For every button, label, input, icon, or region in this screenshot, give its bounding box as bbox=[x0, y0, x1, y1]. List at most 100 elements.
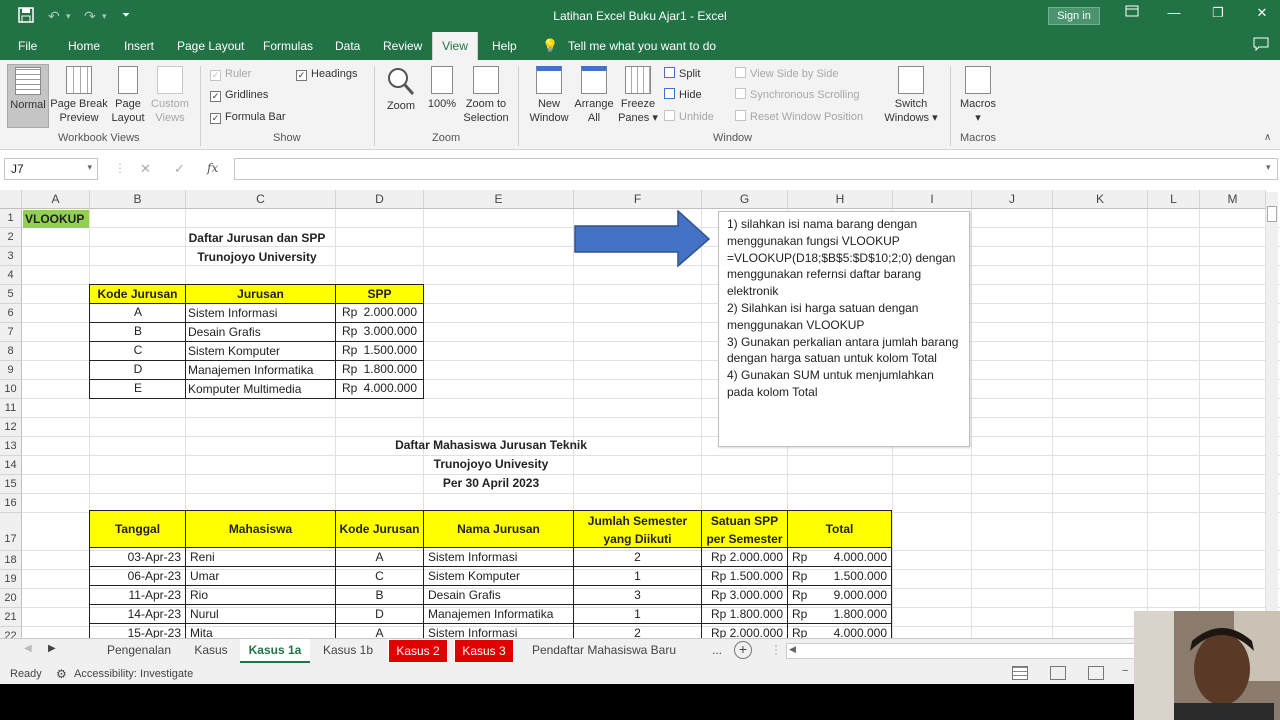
column-header[interactable]: G bbox=[702, 190, 788, 209]
more-sheets-button[interactable]: ... bbox=[704, 639, 730, 663]
add-sheet-icon[interactable]: + bbox=[734, 641, 752, 659]
table2-header-nama-jurusan[interactable]: Nama Jurusan bbox=[423, 510, 574, 548]
table2-cell-nama-jurusan[interactable]: Sistem Informasi bbox=[423, 624, 574, 638]
sheet-tab-kasus[interactable]: Kasus bbox=[184, 639, 238, 663]
row-header[interactable]: 22 bbox=[0, 627, 22, 638]
table1-cell-jurusan[interactable]: Manajemen Informatika bbox=[185, 360, 336, 380]
table2-cell-satuan-spp[interactable]: Rp 2.000.000 bbox=[701, 624, 788, 638]
arrange-all-button[interactable]: Arrange All bbox=[572, 66, 616, 125]
table2-cell-total[interactable]: 1.500.000 bbox=[806, 567, 892, 586]
row-header[interactable]: 21 bbox=[0, 608, 22, 627]
sign-in-button[interactable]: Sign in bbox=[1048, 7, 1100, 25]
table2-cell-tanggal[interactable]: 06-Apr-23 bbox=[89, 567, 186, 586]
enter-icon[interactable]: ✓ bbox=[174, 161, 185, 177]
tell-me-search[interactable]: Tell me what you want to do bbox=[564, 32, 720, 60]
unhide-button[interactable]: Unhide bbox=[664, 110, 714, 124]
table2-cell-kode[interactable]: A bbox=[335, 548, 424, 567]
table1-cell-kode[interactable]: B bbox=[89, 322, 186, 342]
instructions-textbox[interactable]: 1) silahkan isi nama barang dengan mengg… bbox=[718, 211, 970, 447]
column-header[interactable]: K bbox=[1053, 190, 1148, 209]
column-header[interactable]: F bbox=[574, 190, 702, 209]
menu-home[interactable]: Home bbox=[64, 32, 104, 60]
column-header[interactable]: E bbox=[424, 190, 574, 209]
sheet-tab-kasus-2[interactable]: Kasus 2 bbox=[388, 639, 448, 663]
macros-button[interactable]: Macros ▾ bbox=[956, 66, 1000, 125]
zoom-100-button[interactable]: 100% bbox=[424, 66, 460, 111]
restore-icon[interactable]: ❐ bbox=[1204, 5, 1232, 21]
accessibility-icon[interactable]: ⚙ bbox=[56, 667, 67, 681]
row-header[interactable]: 3 bbox=[0, 247, 22, 266]
table2-cell-satuan-spp[interactable]: Rp 3.000.000 bbox=[701, 586, 788, 605]
new-window-button[interactable]: New Window bbox=[526, 66, 572, 125]
table2-cell-tanggal[interactable]: 15-Apr-23 bbox=[89, 624, 186, 638]
collapse-ribbon-icon[interactable]: ∧ bbox=[1264, 132, 1271, 143]
table2-cell-nama-jurusan[interactable]: Sistem Informasi bbox=[423, 548, 574, 567]
column-header[interactable]: J bbox=[972, 190, 1053, 209]
hide-button[interactable]: Hide bbox=[664, 88, 702, 102]
page-layout-status-icon[interactable] bbox=[1050, 666, 1066, 680]
table2-cell-satuan-spp[interactable]: Rp 1.500.000 bbox=[701, 567, 788, 586]
table1-cell-spp[interactable]: 3.000.000 bbox=[360, 322, 424, 342]
table2-cell-kode[interactable]: C bbox=[335, 567, 424, 586]
column-header[interactable]: L bbox=[1148, 190, 1200, 209]
zoom-button[interactable]: Zoom bbox=[382, 66, 420, 113]
table1-cell-jurusan[interactable]: Sistem Informasi bbox=[185, 303, 336, 323]
row-header[interactable]: 13 bbox=[0, 437, 22, 456]
sheet-tab-kasus-3[interactable]: Kasus 3 bbox=[454, 639, 514, 663]
table1-cell-kode[interactable]: A bbox=[89, 303, 186, 323]
table2-cell-satuan-spp[interactable]: Rp 2.000.000 bbox=[701, 548, 788, 567]
table1-cell-kode[interactable]: C bbox=[89, 341, 186, 361]
table2-header-jumlah[interactable]: Jumlah Semester yang Diikuti bbox=[573, 510, 702, 548]
menu-help[interactable]: Help bbox=[488, 32, 521, 60]
table1-cell-jurusan[interactable]: Komputer Multimedia bbox=[185, 379, 336, 399]
table1-cell-spp[interactable]: 1.500.000 bbox=[360, 341, 424, 361]
table2-cell-jumlah-semester[interactable]: 3 bbox=[573, 586, 702, 605]
menu-view[interactable]: View bbox=[432, 32, 478, 60]
split-button[interactable]: Split bbox=[664, 67, 700, 81]
table2-cell-tanggal[interactable]: 03-Apr-23 bbox=[89, 548, 186, 567]
column-header[interactable]: M bbox=[1200, 190, 1266, 209]
table2-cell-tanggal[interactable]: 11-Apr-23 bbox=[89, 586, 186, 605]
table2-header-mahasiswa[interactable]: Mahasiswa bbox=[185, 510, 336, 548]
gridlines-checkbox[interactable]: ✓ Gridlines bbox=[210, 88, 268, 102]
table2-header-kode[interactable]: Kode Jurusan bbox=[335, 510, 424, 548]
table1-header-jurusan[interactable]: Jurusan bbox=[185, 284, 336, 304]
row-header[interactable]: 16 bbox=[0, 494, 22, 513]
table2-cell-jumlah-semester[interactable]: 2 bbox=[573, 548, 702, 567]
ruler-checkbox[interactable]: ✓ Ruler bbox=[210, 67, 251, 81]
row-header[interactable]: 11 bbox=[0, 399, 22, 418]
ribbon-display-icon[interactable] bbox=[1118, 5, 1146, 20]
row-header[interactable]: 20 bbox=[0, 589, 22, 608]
table2-cell-total[interactable]: 9.000.000 bbox=[806, 586, 892, 605]
menu-data[interactable]: Data bbox=[331, 32, 364, 60]
table2-cell-satuan-spp[interactable]: Rp 1.800.000 bbox=[701, 605, 788, 624]
table1-header-spp[interactable]: SPP bbox=[335, 284, 424, 304]
arrow-shape[interactable] bbox=[574, 210, 712, 268]
table2-cell-total-currency[interactable]: Rp bbox=[787, 624, 807, 638]
row-header[interactable]: 19 bbox=[0, 570, 22, 589]
page-layout-view-button[interactable]: Page Layout bbox=[110, 66, 146, 125]
table2-header-tanggal[interactable]: Tanggal bbox=[89, 510, 186, 548]
table2-cell-total-currency[interactable]: Rp bbox=[787, 567, 807, 586]
row-header[interactable]: 10 bbox=[0, 380, 22, 399]
cancel-icon[interactable]: ✕ bbox=[140, 161, 151, 177]
row-header[interactable]: 5 bbox=[0, 285, 22, 304]
scroll-left-icon[interactable]: ◀ bbox=[789, 644, 796, 655]
view-side-by-side-button[interactable]: View Side by Side bbox=[735, 67, 838, 81]
table2-cell-total-currency[interactable]: Rp bbox=[787, 586, 807, 605]
menu-formulas[interactable]: Formulas bbox=[259, 32, 317, 60]
row-header[interactable]: 7 bbox=[0, 323, 22, 342]
menu-review[interactable]: Review bbox=[379, 32, 426, 60]
tab-split-handle-icon[interactable]: ⋮ bbox=[770, 643, 782, 657]
row-header[interactable]: 8 bbox=[0, 342, 22, 361]
chevron-down-icon[interactable]: ▾ bbox=[87, 162, 92, 173]
row-header[interactable]: 14 bbox=[0, 456, 22, 475]
normal-view-button[interactable]: Normal bbox=[7, 64, 49, 128]
headings-checkbox[interactable]: ✓ Headings bbox=[296, 67, 357, 81]
row-header[interactable]: 6 bbox=[0, 304, 22, 323]
table2-cell-total-currency[interactable]: Rp bbox=[787, 548, 807, 567]
table1-cell-spp[interactable]: 4.000.000 bbox=[360, 379, 424, 399]
table1-title[interactable]: Daftar Jurusan dan SPP bbox=[90, 229, 424, 247]
column-header[interactable]: D bbox=[336, 190, 424, 209]
scroll-tabs-left-icon[interactable]: ◀ bbox=[24, 643, 32, 654]
